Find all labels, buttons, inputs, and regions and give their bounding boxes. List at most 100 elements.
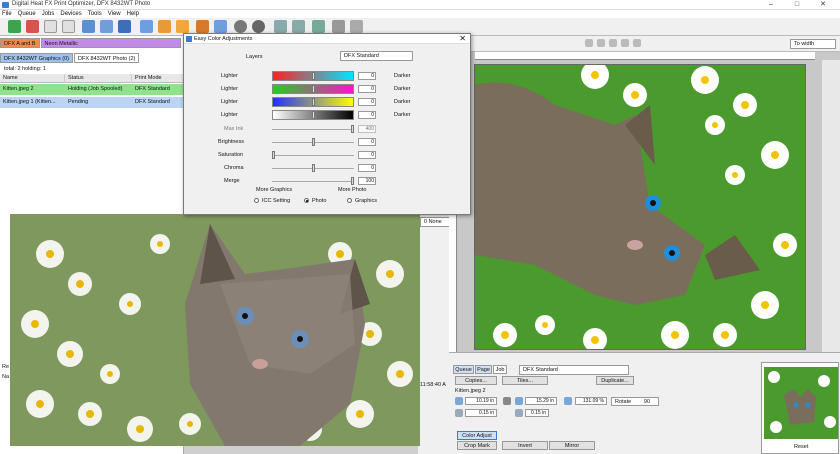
channel-value[interactable]: 0 <box>358 72 376 80</box>
duplicate-button[interactable]: Duplicate... <box>596 376 634 385</box>
rotate-left-icon[interactable] <box>274 20 287 33</box>
menu-jobs[interactable]: Jobs <box>42 10 55 18</box>
copies-button[interactable]: Copies... <box>455 376 497 385</box>
slider-thumb[interactable] <box>351 125 354 133</box>
photo-radio[interactable] <box>304 198 309 203</box>
channel-slider[interactable] <box>272 84 354 94</box>
menu-queue[interactable]: Queue <box>18 10 36 18</box>
minimize-icon[interactable]: – <box>758 0 784 10</box>
page-icon[interactable] <box>62 20 75 33</box>
layout-icon[interactable] <box>332 20 345 33</box>
icc-setting-radio[interactable] <box>254 198 259 203</box>
height-field[interactable]: 15.29 in <box>525 397 557 405</box>
slider-thumb[interactable] <box>312 138 315 146</box>
table-row[interactable]: Kitten.jpeg 2 Holding (Job Spooled) DFX … <box>0 84 184 95</box>
move-up-icon[interactable] <box>82 20 95 33</box>
photo-label: Photo <box>312 198 327 204</box>
column-status[interactable]: Status <box>65 74 132 83</box>
list-item[interactable]: Na <box>2 374 9 380</box>
hand-icon[interactable] <box>621 39 629 47</box>
rotate-right-icon[interactable] <box>292 20 305 33</box>
menu-tools[interactable]: Tools <box>88 10 102 18</box>
lock-icon[interactable] <box>503 397 511 405</box>
menu-file[interactable]: File <box>2 10 12 18</box>
flip-icon[interactable] <box>312 20 325 33</box>
printer-tab-neon-metallic[interactable]: Neon Metallic <box>40 38 181 48</box>
slider-value[interactable]: 100 <box>358 177 376 185</box>
close-icon[interactable]: ✕ <box>810 0 836 10</box>
slider-thumb[interactable] <box>351 177 354 185</box>
width-field[interactable]: 10.19 in <box>465 397 497 405</box>
reset-label[interactable]: Reset <box>794 444 808 450</box>
channel-slider[interactable] <box>272 71 354 81</box>
move-down-icon[interactable] <box>100 20 113 33</box>
slider-thumb[interactable] <box>312 164 315 172</box>
more-photo-label: More Photo <box>338 187 367 193</box>
cancel-icon[interactable] <box>252 20 265 33</box>
slider-value[interactable]: 0 <box>358 151 376 159</box>
menu-devices[interactable]: Devices <box>60 10 81 18</box>
release-icon[interactable] <box>214 20 227 33</box>
channel-slider[interactable] <box>272 97 354 107</box>
tiles-button[interactable]: Tiles... <box>502 376 548 385</box>
queue-tab-photo[interactable]: DFX 8432WT Photo (2) <box>74 53 140 63</box>
slider-thumb[interactable] <box>312 72 315 80</box>
crop-mark-button[interactable]: Crop Mark <box>457 441 497 450</box>
hold-icon[interactable] <box>196 20 209 33</box>
import-icon[interactable] <box>176 20 189 33</box>
invert-button[interactable]: Invert <box>502 441 548 450</box>
offset-x-field[interactable]: 0.15 in <box>465 409 497 417</box>
channel-value[interactable]: 0 <box>358 98 376 106</box>
channel-value[interactable]: 0 <box>358 85 376 93</box>
slider-value[interactable]: 400 <box>358 125 376 133</box>
add-file-icon[interactable] <box>8 20 21 33</box>
slider-value[interactable]: 0 <box>358 164 376 172</box>
slider-track[interactable] <box>272 181 354 182</box>
channel-lighter-label: Lighter <box>221 86 238 92</box>
mirror-button[interactable]: Mirror <box>549 441 595 450</box>
save-icon[interactable] <box>118 20 131 33</box>
slider-value[interactable]: 0 <box>358 138 376 146</box>
export-icon[interactable] <box>158 20 171 33</box>
column-print-mode[interactable]: Print Mode <box>132 74 184 83</box>
zoom-in-icon[interactable] <box>597 39 605 47</box>
slider-thumb[interactable] <box>312 111 315 119</box>
offset-y-field[interactable]: 0.15 in <box>525 409 549 417</box>
list-item[interactable]: Re <box>2 364 9 370</box>
channel-slider[interactable] <box>272 110 354 120</box>
scale-field[interactable]: 131.09 % <box>575 397 607 405</box>
vertical-scrollbar[interactable] <box>822 60 840 352</box>
zoom-select[interactable]: To width <box>790 39 836 49</box>
fit-icon[interactable] <box>585 39 593 47</box>
remove-file-icon[interactable] <box>26 20 39 33</box>
graphics-radio[interactable] <box>347 198 352 203</box>
tab-queue[interactable]: Queue <box>453 365 474 374</box>
printer-tab-dfx-a-b[interactable]: DFX A and B <box>0 38 40 48</box>
queue-tab-graphics[interactable]: DFX 8432WT Graphics (0) <box>0 53 74 63</box>
settings-icon[interactable] <box>234 20 247 33</box>
column-name[interactable]: Name <box>0 74 65 83</box>
print-mode-select[interactable]: DFX Standard <box>519 365 629 375</box>
print-preview-canvas[interactable] <box>474 64 806 350</box>
tab-page[interactable]: Page <box>475 365 492 374</box>
slider-track[interactable] <box>272 155 354 156</box>
menu-help[interactable]: Help <box>127 10 139 18</box>
view-icon[interactable] <box>350 20 363 33</box>
tab-job[interactable]: Job <box>493 365 507 374</box>
color-adjust-button[interactable]: Color Adjust <box>457 431 497 440</box>
slider-thumb[interactable] <box>272 151 275 159</box>
ruler-icon[interactable] <box>633 39 641 47</box>
menu-view[interactable]: View <box>108 10 121 18</box>
dialog-close-icon[interactable]: ✕ <box>459 34 466 44</box>
slider-track[interactable] <box>272 129 354 130</box>
document-icon[interactable] <box>44 20 57 33</box>
slider-thumb[interactable] <box>312 85 315 93</box>
maximize-icon[interactable]: □ <box>784 0 810 10</box>
zoom-out-icon[interactable] <box>609 39 617 47</box>
table-row[interactable]: Kitten.jpeg 1 (Kitten... Pending DFX Sta… <box>0 97 184 108</box>
slider-thumb[interactable] <box>312 98 315 106</box>
print-icon[interactable] <box>140 20 153 33</box>
channel-value[interactable]: 0 <box>358 111 376 119</box>
layers-select[interactable]: DFX Standard <box>340 51 413 61</box>
rotate-select[interactable]: Rotate 90 <box>611 397 659 406</box>
